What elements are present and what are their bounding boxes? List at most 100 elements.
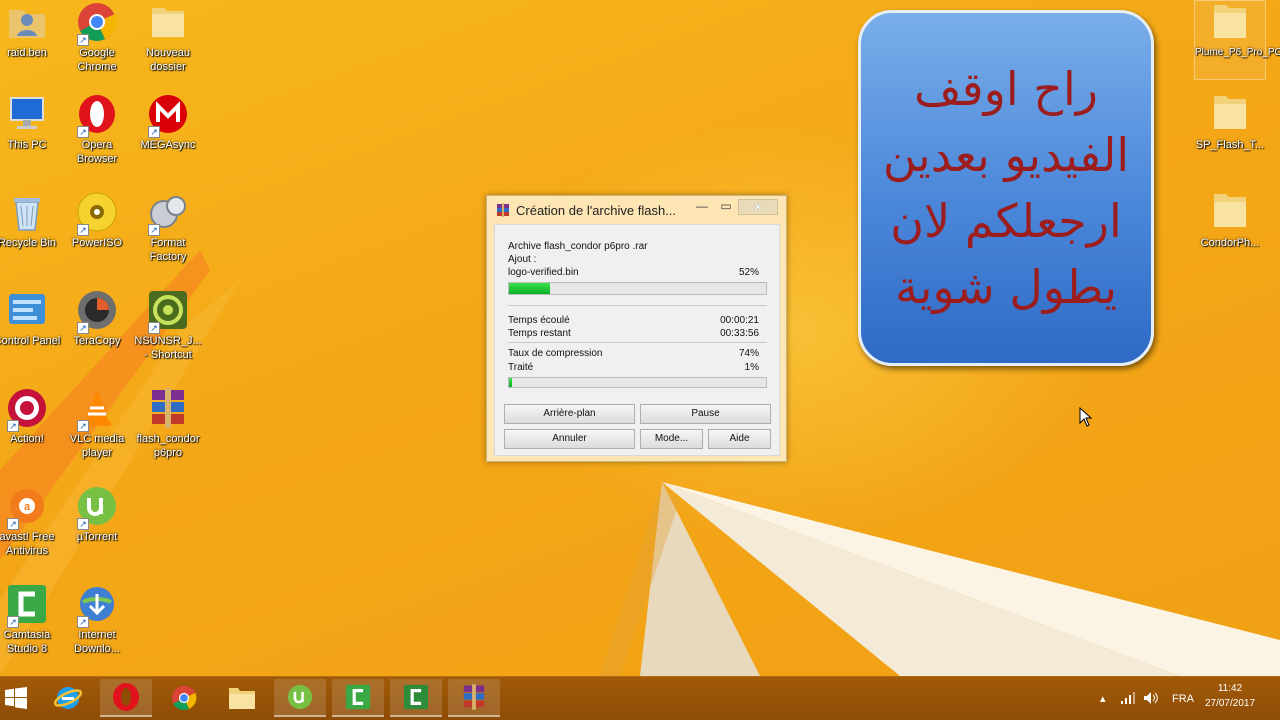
language-indicator[interactable]: FRA <box>1172 677 1194 720</box>
desktop-icon-format-factory[interactable]: ↗ Format Factory <box>132 190 204 264</box>
desktop-icon-nsunsr-shortcut[interactable]: ↗ NSUNSR_J... - Shortcut <box>132 288 204 362</box>
desktop-icon-new-folder[interactable]: Nouveau dossier <box>132 0 204 74</box>
camtasia-icon <box>345 684 371 710</box>
control-panel-icon <box>5 288 49 332</box>
remaining-row: Temps restant 00:33:56 <box>508 327 759 340</box>
close-button[interactable]: ✕ <box>738 199 778 215</box>
total-progress-fill <box>509 378 512 387</box>
help-button[interactable]: Aide <box>708 429 771 449</box>
taskbar-chrome[interactable] <box>158 679 210 717</box>
camtasia-icon: ↗ <box>5 582 49 628</box>
winrar-icon <box>497 203 509 217</box>
mouse-cursor-icon <box>1079 407 1093 427</box>
winrar-archive-icon <box>146 386 190 430</box>
elapsed-row: Temps écoulé 00:00:21 <box>508 314 759 327</box>
volume-icon[interactable] <box>1143 691 1159 705</box>
opera-icon <box>113 683 139 711</box>
opera-icon: ↗ <box>75 92 119 138</box>
chrome-icon <box>171 685 197 711</box>
desktop-icon-this-pc[interactable]: This PC <box>0 92 63 152</box>
naruto-shortcut-icon: ↗ <box>146 288 190 334</box>
remaining-label: Temps restant <box>508 328 571 339</box>
desktop-icon-internet-download-manager[interactable]: ↗ Internet Downlo... <box>61 582 133 656</box>
desktop-icon-control-panel[interactable]: Control Panel <box>0 288 63 348</box>
file-percent: 52% <box>738 267 759 278</box>
minimize-button[interactable]: — <box>689 199 715 215</box>
file-progress-bar <box>508 282 767 295</box>
file-progress-fill <box>509 283 551 294</box>
vlc-icon: ↗ <box>75 386 119 432</box>
background-button[interactable]: Arrière-plan <box>504 404 635 424</box>
desktop-icon-avast[interactable]: a ↗ avast! Free Antivirus <box>0 484 63 558</box>
desktop-icon-plume-folder[interactable]: Plume_P6_Pro_PGN518_I8493 <box>1194 0 1280 80</box>
desktop-icon-recycle-bin[interactable]: Recycle Bin <box>0 190 63 250</box>
folder-icon <box>1208 190 1252 234</box>
utorrent-icon <box>287 684 313 710</box>
archive-name-line: Archive flash_condor p6pro .rar <box>508 241 648 252</box>
folder-icon <box>229 688 255 709</box>
elapsed-label: Temps écoulé <box>508 315 570 326</box>
overlay-message-sign: راح اوقف الفيديو بعدين ارجعلكم لان يطول … <box>858 10 1154 366</box>
taskbar-camtasia-recorder[interactable] <box>390 679 442 717</box>
desktop-icon-teracopy[interactable]: ↗ TeraCopy <box>61 288 133 348</box>
dialog-body: Archive flash_condor p6pro .rar Ajout : … <box>494 224 780 456</box>
mode-button[interactable]: Mode... <box>640 429 703 449</box>
maximize-button[interactable]: ▭ <box>713 199 739 215</box>
chrome-icon: ↗ <box>75 0 119 46</box>
desktop-icon-camtasia[interactable]: ↗ Camtasia Studio 8 <box>0 582 63 656</box>
folder-icon <box>1208 92 1252 136</box>
adding-label: Ajout : <box>508 254 537 265</box>
desktop-icon-sp-flash-folder[interactable]: SP_Flash_T... <box>1194 92 1266 152</box>
current-file-row: logo-verified.bin 52% <box>508 266 759 279</box>
desktop: raid.ben ↗ Google Chrome Nouveau dossier… <box>0 0 1280 676</box>
divider <box>508 342 767 343</box>
show-hidden-icons-chevron-icon[interactable]: ▴ <box>1100 677 1106 720</box>
taskbar-camtasia[interactable] <box>332 679 384 717</box>
ratio-label: Taux de compression <box>508 348 603 359</box>
taskbar-file-explorer[interactable] <box>216 679 268 717</box>
cancel-button[interactable]: Annuler <box>504 429 635 449</box>
clock-date: 27/07/2017 <box>1204 698 1256 709</box>
elapsed-value: 00:00:21 <box>720 315 759 326</box>
taskbar: ▴ FRA 11:42 27/07/2017 <box>0 676 1280 720</box>
archive-progress-dialog[interactable]: Création de l'archive flash... — ▭ ✕ Arc… <box>486 195 787 462</box>
desktop-icon-opera[interactable]: ↗ Opera Browser <box>61 92 133 166</box>
start-button[interactable] <box>0 679 32 717</box>
svg-text:a: a <box>24 501 31 513</box>
network-icon[interactable] <box>1120 691 1136 705</box>
format-factory-icon: ↗ <box>146 190 190 236</box>
folder-icon <box>146 0 190 44</box>
desktop-icon-megasync[interactable]: ↗ MEGAsync <box>132 92 204 152</box>
desktop-icon-flash-condor-archive[interactable]: flash_condor p6pro <box>132 386 204 460</box>
utorrent-icon: ↗ <box>75 484 119 530</box>
dialog-title: Création de l'archive flash... <box>516 203 677 218</box>
mega-icon: ↗ <box>146 92 190 138</box>
desktop-icon-action[interactable]: ↗ Action! <box>0 386 63 446</box>
desktop-icon-utorrent[interactable]: ↗ µTorrent <box>61 484 133 544</box>
recycle-bin-icon <box>5 190 49 234</box>
desktop-icon-vlc[interactable]: ↗ VLC media player <box>61 386 133 460</box>
user-folder-icon <box>5 0 49 44</box>
desktop-icon-user[interactable]: raid.ben <box>0 0 63 60</box>
processed-value: 1% <box>744 362 759 373</box>
desktop-icon-poweriso[interactable]: ↗ PowerISO <box>61 190 133 250</box>
ie-icon <box>53 687 83 709</box>
avast-icon: a ↗ <box>5 484 49 530</box>
taskbar-clock[interactable]: 11:42 27/07/2017 <box>1200 681 1260 711</box>
total-progress-bar <box>508 377 767 388</box>
overlay-message-text: راح اوقف الفيديو بعدين ارجعلكم لان يطول … <box>882 62 1130 314</box>
ratio-row: Taux de compression 74% <box>508 347 759 360</box>
poweriso-icon: ↗ <box>75 190 119 236</box>
winrar-icon <box>463 684 485 710</box>
taskbar-winrar[interactable] <box>448 679 500 717</box>
taskbar-opera[interactable] <box>100 679 152 717</box>
remaining-value: 00:33:56 <box>720 328 759 339</box>
taskbar-utorrent[interactable] <box>274 679 326 717</box>
dialog-titlebar[interactable]: Création de l'archive flash... — ▭ ✕ <box>487 196 786 224</box>
taskbar-internet-explorer[interactable] <box>42 679 94 717</box>
desktop-icon-condor-folder[interactable]: CondorPh... <box>1194 190 1266 250</box>
desktop-icon-chrome[interactable]: ↗ Google Chrome <box>61 0 133 74</box>
pause-button[interactable]: Pause <box>640 404 771 424</box>
divider <box>508 305 767 306</box>
computer-icon <box>5 92 49 136</box>
